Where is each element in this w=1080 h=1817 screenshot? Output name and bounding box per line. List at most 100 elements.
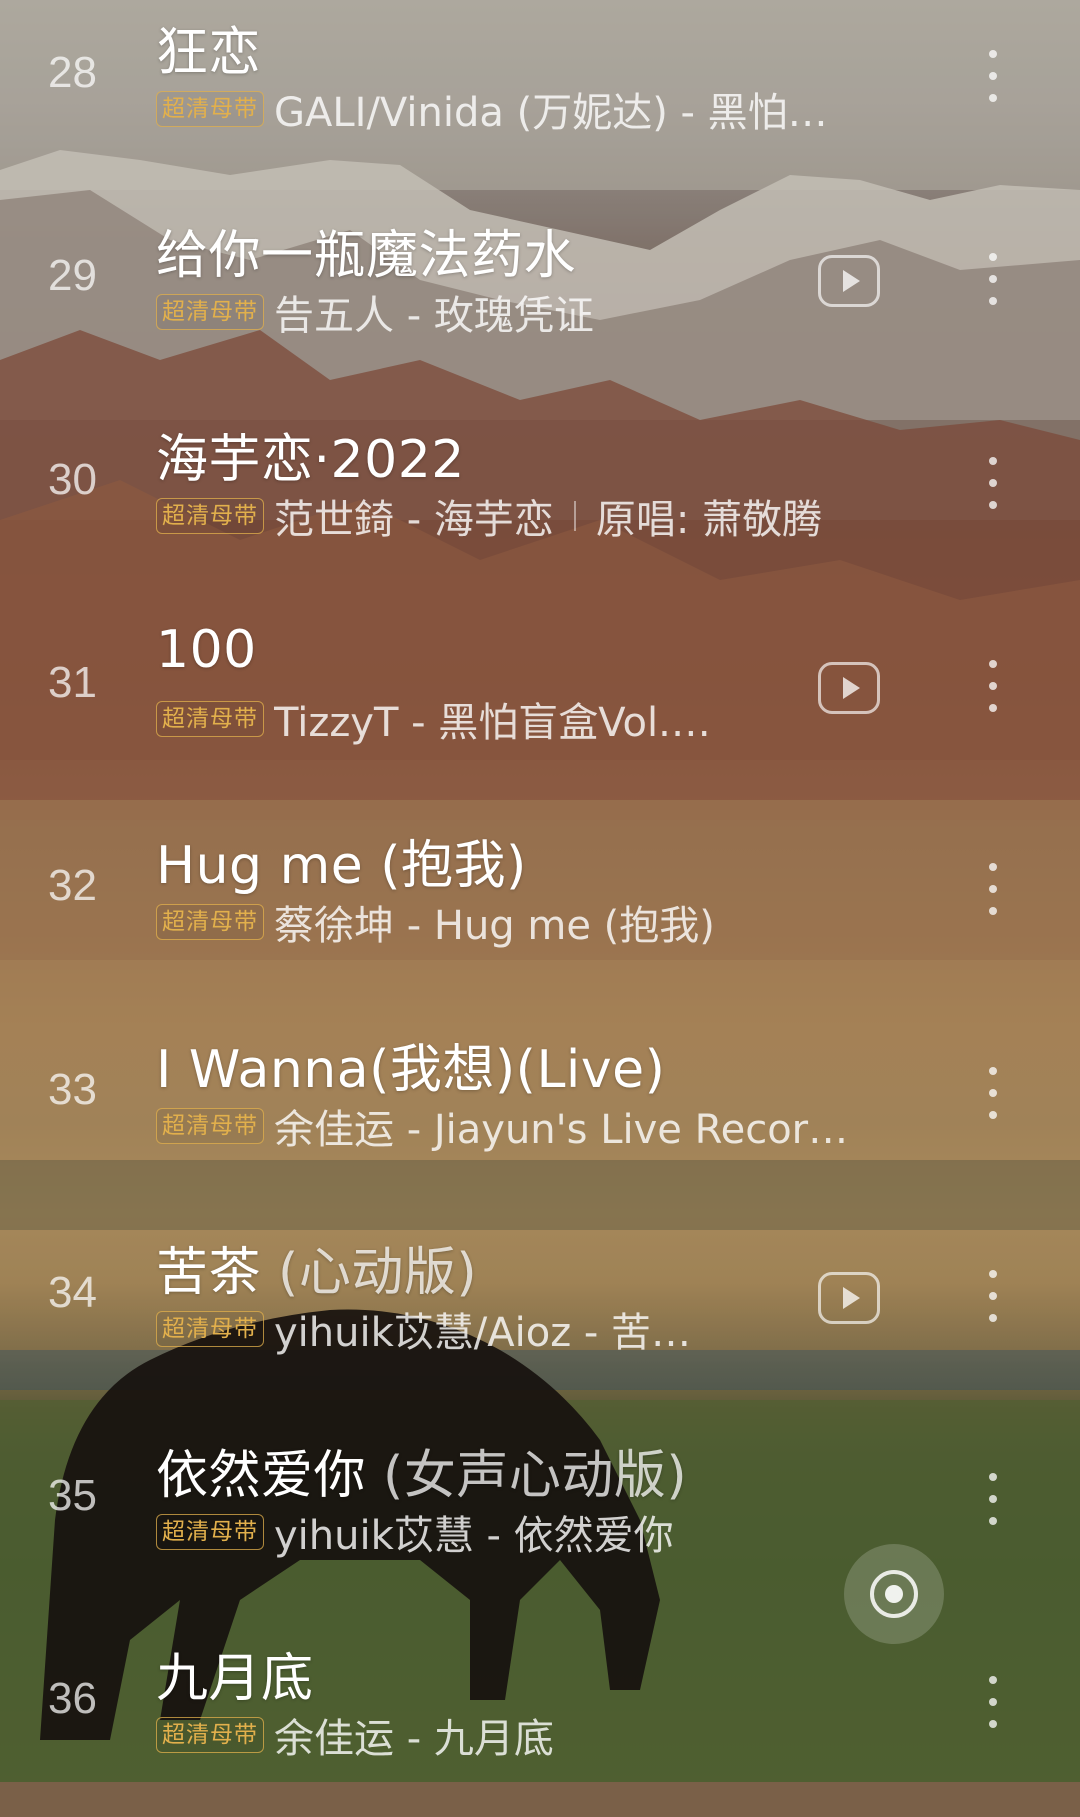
more-dot [989, 659, 997, 668]
song-rank: 30 [48, 454, 97, 504]
quality-badge: 超清母带 [156, 904, 264, 941]
song-rank: 34 [48, 1267, 97, 1317]
song-title: 苦茶 (心动版) [156, 1230, 477, 1305]
more-dot [989, 1269, 997, 1278]
song-meta: 超清母带 余佳运 - Jiayun's Live Recor… [156, 1097, 848, 1155]
song-title: 给你一瓶魔法药水 [156, 213, 576, 288]
more-dot [989, 1517, 997, 1526]
song-meta: 超清母带 蔡徐坤 - Hug me (抱我) [156, 893, 715, 951]
song-artist-album: GALI/Vinida (万妮达) - 黑怕… [274, 90, 828, 136]
song-title-text: 100 [156, 619, 257, 680]
quality-badge: 超清母带 [156, 1107, 264, 1144]
song-title: 100 [156, 620, 257, 680]
song-row[interactable]: 30 海芋恋·2022 超清母带 范世錡 - 海芋恋 原唱: 萧敬腾 [0, 395, 1080, 598]
more-vertical-icon[interactable] [982, 659, 1002, 714]
song-artist-album: yihuik苡慧/Aioz - 苦… [274, 1309, 692, 1356]
song-title-version: (心动版) [278, 1242, 478, 1303]
more-dot [989, 863, 997, 872]
more-dot [989, 907, 997, 916]
more-vertical-icon[interactable] [982, 456, 1002, 511]
song-row[interactable]: 33 I Wanna(我想)(Live) 超清母带 余佳运 - Jiayun's Li… [0, 1005, 1080, 1208]
song-original-singer: 原唱: 萧敬腾 [595, 496, 823, 543]
more-dot [989, 885, 997, 894]
song-rank: 35 [48, 1471, 97, 1521]
locate-dot [885, 1585, 903, 1603]
more-dot [989, 1088, 997, 1097]
song-artist-album: 蔡徐坤 - Hug me (抱我) [274, 903, 715, 950]
song-rank: 32 [48, 861, 97, 911]
song-title-text: 九月底 [156, 1649, 314, 1710]
more-vertical-icon[interactable] [982, 253, 1002, 307]
more-dot [989, 681, 997, 690]
song-row[interactable]: 34 苦茶 (心动版) 超清母带 yihuik苡慧/Aioz - 苦… [0, 1208, 1080, 1411]
song-meta: 超清母带 告五人 - 玫瑰凭证 [156, 283, 594, 341]
play-video-icon[interactable] [818, 661, 880, 714]
song-row[interactable]: 29 给你一瓶魔法药水 超清母带 告五人 - 玫瑰凭证 [0, 191, 1080, 394]
more-dot [989, 1313, 997, 1322]
more-dot [989, 275, 997, 284]
quality-badge: 超清母带 [156, 497, 264, 534]
song-rank: 33 [48, 1064, 97, 1114]
more-vertical-icon[interactable] [982, 1066, 1002, 1121]
song-row[interactable]: 28 狂恋超清母带 GALI/Vinida (万妮达) - 黑怕… [0, 0, 1080, 191]
quality-badge: 超清母带 [156, 1310, 264, 1347]
more-dot [989, 1495, 997, 1504]
song-row[interactable]: 31 100 超清母带 TizzyT - 黑怕盲盒Vol.… [0, 598, 1080, 801]
play-video-icon[interactable] [818, 255, 880, 308]
song-meta: 超清母带 范世錡 - 海芋恋 原唱: 萧敬腾 [156, 487, 822, 545]
song-row[interactable]: 36 九月底 超清母带 余佳运 - 九月底 [0, 1614, 1080, 1817]
more-dot [989, 500, 997, 509]
more-vertical-icon[interactable] [982, 863, 1002, 917]
more-vertical-icon[interactable] [982, 1473, 1002, 1527]
song-artist-album: TizzyT - 黑怕盲盒Vol.… [274, 699, 711, 746]
song-artist-album: 余佳运 - Jiayun's Live Recor… [274, 1106, 849, 1153]
more-dot [989, 297, 997, 306]
more-dot [989, 253, 997, 262]
song-meta: 超清母带 TizzyT - 黑怕盲盒Vol.… [156, 690, 711, 748]
more-dot [989, 478, 997, 487]
song-meta: 超清母带 GALI/Vinida (万妮达) - 黑怕… [156, 80, 828, 138]
song-title-text: Hug me (抱我) [156, 836, 527, 897]
more-vertical-icon[interactable] [982, 1269, 1002, 1324]
song-title-text: 给你一瓶魔法药水 [156, 226, 577, 287]
more-dot [989, 456, 997, 465]
more-dot [989, 50, 997, 58]
song-artist-album: 余佳运 - 九月底 [274, 1716, 554, 1763]
song-rank: 29 [48, 251, 97, 301]
song-artist-album: yihuik苡慧 - 依然爱你 [274, 1513, 674, 1560]
more-dot [989, 1110, 997, 1119]
quality-badge: 超清母带 [156, 294, 264, 331]
quality-badge: 超清母带 [156, 1717, 264, 1754]
more-dot [989, 1698, 997, 1707]
play-video-icon[interactable] [818, 1271, 880, 1324]
song-title-text: 狂恋 [156, 23, 262, 83]
song-meta: 超清母带 余佳运 - 九月底 [156, 1706, 554, 1764]
song-meta: 超清母带 yihuik苡慧 - 依然爱你 [156, 1503, 674, 1561]
song-title: Hug me (抱我) [156, 823, 527, 898]
song-title: 依然爱你 (女声心动版) [156, 1433, 687, 1508]
song-artist-album: 范世錡 - 海芋恋 [274, 496, 554, 543]
more-vertical-icon[interactable] [982, 50, 1002, 104]
song-title-text: I Wanna(我想)(Live) [156, 1039, 666, 1100]
song-title-version: (女声心动版) [383, 1446, 688, 1507]
song-rank: 36 [48, 1674, 97, 1724]
meta-divider [573, 500, 576, 531]
quality-badge: 超清母带 [156, 1514, 264, 1551]
song-meta: 超清母带 yihuik苡慧/Aioz - 苦… [156, 1300, 691, 1358]
more-dot [989, 1066, 997, 1075]
song-title: 海芋恋·2022 [156, 417, 465, 492]
quality-badge: 超清母带 [156, 91, 264, 127]
song-artist-album: 告五人 - 玫瑰凭证 [274, 293, 594, 340]
song-row[interactable]: 32 Hug me (抱我) 超清母带 蔡徐坤 - Hug me (抱我) [0, 801, 1080, 1004]
more-dot [989, 94, 997, 102]
song-rank: 28 [48, 48, 97, 97]
song-title-text: 苦茶 [156, 1242, 262, 1303]
song-title-text: 海芋恋·2022 [156, 429, 465, 490]
quality-badge: 超清母带 [156, 700, 264, 737]
song-title: I Wanna(我想)(Live) [156, 1027, 665, 1102]
more-dot [989, 703, 997, 712]
locate-current-button[interactable] [844, 1544, 944, 1644]
song-title: 九月底 [156, 1636, 314, 1711]
more-vertical-icon[interactable] [982, 1676, 1002, 1730]
song-title: 狂恋 [156, 10, 261, 85]
